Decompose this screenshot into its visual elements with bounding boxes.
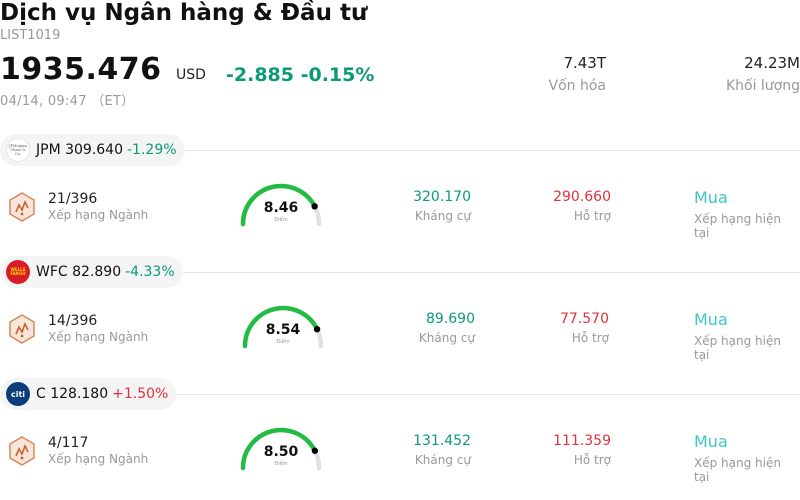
score-gauge: 8.54 Điểm <box>241 302 325 352</box>
timestamp: 04/14, 09:47 （ET） <box>0 94 135 109</box>
support-label: Hỗ trợ <box>571 331 609 345</box>
rating-value: Mua <box>694 432 728 451</box>
ticker-price: WFC 82.890 <box>36 264 122 280</box>
score-value: 8.50 <box>263 444 299 460</box>
wells-fargo-logo-icon: WELLS FARGO <box>6 260 30 284</box>
section-divider <box>170 150 800 151</box>
rating-value: Mua <box>694 310 728 329</box>
score-label: Điểm <box>274 461 288 467</box>
stock-section: citi C 128.180 +1.50% 4/117 Xếp hạng Ngà… <box>0 378 800 500</box>
resistance-label: Kháng cự <box>418 331 475 345</box>
industry-rank-label: Xếp hạng Ngành <box>48 452 149 466</box>
support-value: 290.660 <box>553 189 611 205</box>
rating-label: Xếp hạng hiện tại <box>694 456 781 484</box>
score-gauge: 8.50 Điểm <box>239 424 323 474</box>
score-label: Điểm <box>274 217 288 223</box>
stock-section: JPMorgan Chase & Co. JPM 309.640 -1.29% … <box>0 134 800 256</box>
resistance-label: Kháng cự <box>414 453 471 467</box>
price-change: -2.885 -0.15% <box>226 64 375 86</box>
stock-chip[interactable]: citi C 128.180 +1.50% <box>0 378 177 410</box>
section-divider <box>170 272 800 273</box>
support-label: Hỗ trợ <box>573 209 611 223</box>
percent-change: -4.33% <box>125 264 175 280</box>
score-gauge: 8.46 Điểm <box>239 180 323 230</box>
logo-text: citi <box>10 389 26 399</box>
industry-rank-icon <box>9 192 35 222</box>
page-title: Dịch vụ Ngân hàng & Đầu tư <box>0 0 368 26</box>
industry-rank-value: 14/396 <box>48 313 98 329</box>
support-label: Hỗ trợ <box>573 453 611 467</box>
score-value: 8.46 <box>263 200 299 216</box>
section-divider <box>170 394 800 395</box>
industry-rank-value: 21/396 <box>48 191 98 207</box>
list-code: LIST1019 <box>0 28 61 43</box>
industry-rank-icon <box>9 436 35 466</box>
jpmorgan-logo-icon: JPMorgan Chase & Co. <box>6 138 30 162</box>
industry-rank-label: Xếp hạng Ngành <box>48 330 149 344</box>
stock-section: WELLS FARGO WFC 82.890 -4.33% 14/396 Xếp… <box>0 256 800 378</box>
ticker-price: JPM 309.640 <box>36 142 123 158</box>
resistance-label: Kháng cự <box>414 209 471 223</box>
logo-text: JPMorgan Chase & Co. <box>9 144 27 156</box>
market-cap-label: Vốn hóa <box>548 78 606 94</box>
resistance-value: 89.690 <box>426 311 475 327</box>
industry-rank-value: 4/117 <box>48 435 89 451</box>
stock-chip[interactable]: WELLS FARGO WFC 82.890 -4.33% <box>0 256 183 288</box>
percent-change: -1.29% <box>127 142 177 158</box>
rating-value: Mua <box>694 188 728 207</box>
rating-label: Xếp hạng hiện tại <box>694 212 781 240</box>
volume-label: Khối lượng <box>725 78 800 94</box>
stock-chip[interactable]: JPMorgan Chase & Co. JPM 309.640 -1.29% <box>0 134 185 166</box>
currency-label: USD <box>176 67 206 83</box>
industry-rank-label: Xếp hạng Ngành <box>48 208 149 222</box>
percent-change: +1.50% <box>112 386 169 402</box>
citi-logo-icon: citi <box>6 382 30 406</box>
resistance-value: 131.452 <box>413 433 471 449</box>
score-value: 8.54 <box>265 322 301 338</box>
index-price: 1935.476 <box>0 52 162 87</box>
ticker-price: C 128.180 <box>36 386 109 402</box>
support-value: 77.570 <box>560 311 609 327</box>
rating-label: Xếp hạng hiện tại <box>694 334 781 362</box>
logo-text: WELLS FARGO <box>10 267 26 276</box>
support-value: 111.359 <box>553 433 611 449</box>
volume-value: 24.23M <box>744 54 800 72</box>
resistance-value: 320.170 <box>413 189 471 205</box>
industry-rank-icon <box>9 314 35 344</box>
score-label: Điểm <box>276 339 290 345</box>
market-cap-value: 7.43T <box>563 54 606 72</box>
